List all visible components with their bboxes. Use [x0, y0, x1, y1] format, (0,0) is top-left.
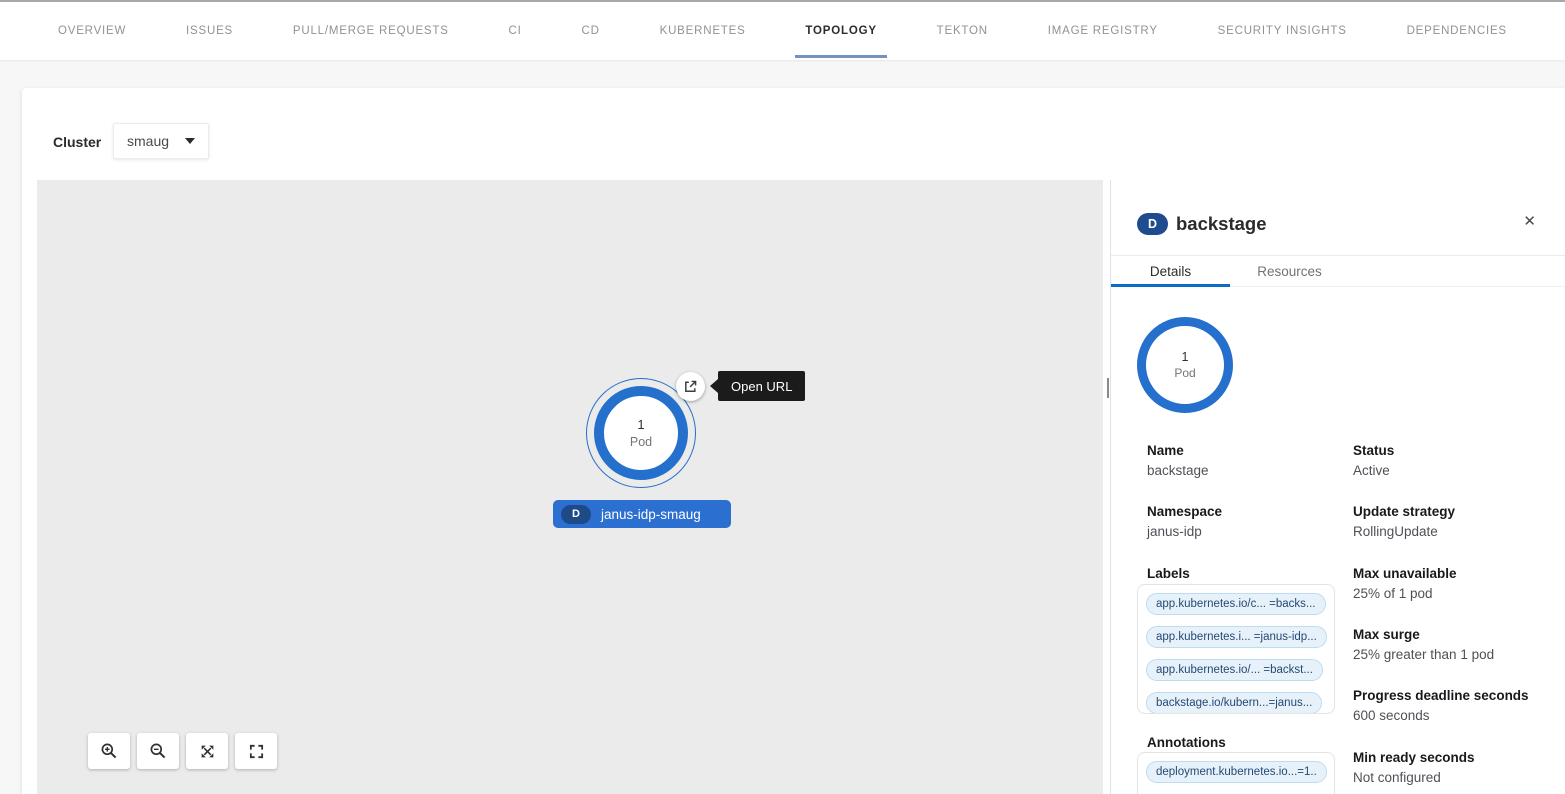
fit-to-screen-icon — [199, 743, 216, 760]
close-icon[interactable]: ✕ — [1523, 214, 1536, 229]
tooltip-arrow — [710, 379, 718, 393]
zoom-out-button[interactable] — [137, 733, 179, 769]
tab-topology[interactable]: TOPOLOGY — [793, 2, 888, 60]
tab-overview[interactable]: OVERVIEW — [46, 2, 138, 60]
field-min-ready: Min ready seconds Not configured — [1353, 750, 1553, 786]
external-link-icon — [683, 379, 698, 394]
field-progress-deadline: Progress deadline seconds 600 seconds — [1353, 688, 1553, 724]
tab-dependencies[interactable]: DEPENDENCIES — [1395, 2, 1519, 60]
topology-canvas[interactable]: 1 Pod Open URL D janus-idp-smaug — [37, 180, 1103, 794]
tab-image-registry[interactable]: IMAGE REGISTRY — [1036, 2, 1170, 60]
tab-ci[interactable]: CI — [497, 2, 534, 60]
tooltip-text: Open URL — [731, 379, 792, 394]
tab-pull-merge-requests[interactable]: PULL/MERGE REQUESTS — [281, 2, 461, 60]
field-label: Progress deadline seconds — [1353, 688, 1553, 704]
panel-title: backstage — [1176, 213, 1267, 235]
panel-tab-resources[interactable]: Resources — [1230, 256, 1349, 286]
zoom-in-button[interactable] — [88, 733, 130, 769]
field-labels-header: Labels — [1147, 566, 1347, 582]
label-chip[interactable]: app.kubernetes.io/... =backst... — [1146, 659, 1323, 681]
open-url-decorator[interactable] — [676, 372, 705, 401]
field-value: RollingUpdate — [1353, 524, 1553, 540]
field-value: backstage — [1147, 463, 1347, 479]
label-chip[interactable]: app.kubernetes.io/c... =backs... — [1146, 593, 1326, 615]
pod-kind-label: Pod — [630, 435, 652, 449]
field-value: 600 seconds — [1353, 708, 1553, 724]
field-value: Active — [1353, 463, 1553, 479]
field-namespace: Namespace janus-idp — [1147, 504, 1347, 540]
field-label: Max unavailable — [1353, 566, 1553, 582]
open-url-tooltip: Open URL — [718, 371, 805, 401]
tab-security-insights[interactable]: SECURITY INSIGHTS — [1206, 2, 1359, 60]
field-label: Namespace — [1147, 504, 1347, 520]
cluster-label: Cluster — [53, 134, 101, 150]
labels-list: app.kubernetes.io/c... =backs... app.kub… — [1137, 584, 1335, 714]
field-max-unavailable: Max unavailable 25% of 1 pod — [1353, 566, 1553, 602]
tab-issues[interactable]: ISSUES — [174, 2, 245, 60]
pod-count: 1 — [1182, 350, 1189, 364]
chevron-down-icon — [185, 138, 195, 144]
fit-to-screen-button[interactable] — [186, 733, 228, 769]
cluster-select[interactable]: smaug — [113, 123, 209, 159]
field-label: Max surge — [1353, 627, 1553, 643]
label-chip[interactable]: backstage.io/kubern...=janus... — [1146, 692, 1322, 714]
deployment-badge: D — [1137, 213, 1168, 235]
field-label: Update strategy — [1353, 504, 1553, 520]
annotations-list: deployment.kubernetes.io...=1.. — [1137, 752, 1335, 794]
panel-tab-details[interactable]: Details — [1111, 256, 1230, 286]
zoom-in-icon — [100, 742, 118, 760]
topology-card: Cluster smaug 1 Pod Open URL D janus-idp… — [22, 88, 1565, 794]
canvas-controls — [88, 733, 277, 769]
zoom-out-icon — [149, 742, 167, 760]
pod-donut[interactable]: 1 Pod — [1137, 317, 1233, 413]
field-label: Labels — [1147, 566, 1347, 582]
tab-kubernetes[interactable]: KUBERNETES — [648, 2, 758, 60]
cluster-selected-value: smaug — [127, 133, 169, 149]
tab-cd[interactable]: CD — [570, 2, 612, 60]
field-value: Not configured — [1353, 770, 1553, 786]
field-update-strategy: Update strategy RollingUpdate — [1353, 504, 1553, 540]
deployment-node-label: 1 Pod — [594, 386, 688, 480]
field-value: janus-idp — [1147, 524, 1347, 540]
annotation-chip[interactable]: deployment.kubernetes.io...=1.. — [1146, 761, 1327, 783]
tab-tekton[interactable]: TEKTON — [925, 2, 1000, 60]
panel-tabs: Details Resources — [1111, 256, 1565, 287]
field-max-surge: Max surge 25% greater than 1 pod — [1353, 627, 1553, 663]
field-label: Min ready seconds — [1353, 750, 1553, 766]
node-name: janus-idp-smaug — [601, 507, 701, 522]
fullscreen-button[interactable] — [235, 733, 277, 769]
field-status: Status Active — [1353, 443, 1553, 479]
field-name: Name backstage — [1147, 443, 1347, 479]
entity-tab-bar: OVERVIEW ISSUES PULL/MERGE REQUESTS CI C… — [0, 0, 1565, 60]
field-value: 25% of 1 pod — [1353, 586, 1553, 602]
field-label: Annotations — [1147, 735, 1347, 751]
pod-kind-label: Pod — [1174, 366, 1195, 380]
deployment-badge: D — [561, 505, 591, 524]
node-name-pill[interactable]: D janus-idp-smaug — [553, 500, 731, 528]
field-label: Name — [1147, 443, 1347, 459]
fullscreen-icon — [248, 743, 265, 760]
field-value: 25% greater than 1 pod — [1353, 647, 1553, 663]
field-label: Status — [1353, 443, 1553, 459]
details-side-panel: D backstage ✕ Details Resources 1 Pod Na… — [1111, 180, 1565, 794]
field-annotations-header: Annotations — [1147, 735, 1347, 751]
pod-count: 1 — [637, 417, 644, 432]
label-chip[interactable]: app.kubernetes.i... =janus-idp... — [1146, 626, 1327, 648]
